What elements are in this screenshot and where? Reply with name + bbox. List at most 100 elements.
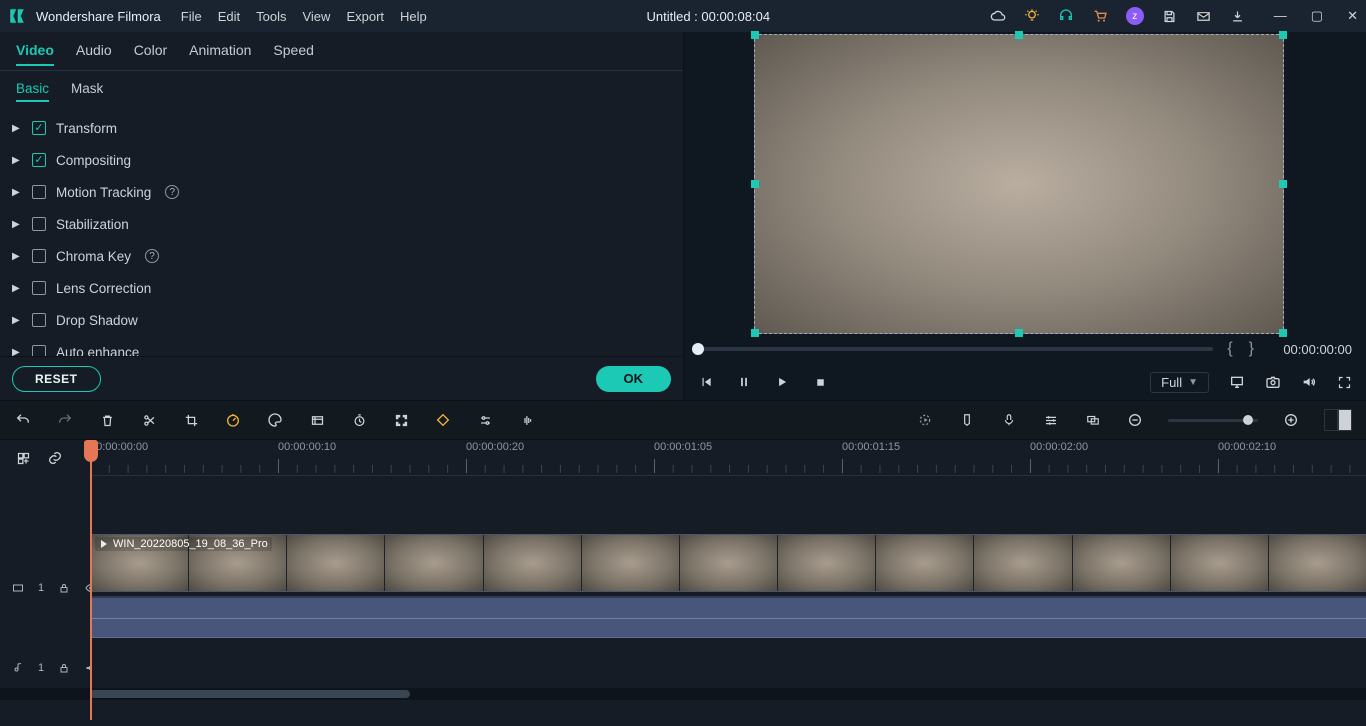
snapshot-icon[interactable] <box>1265 374 1281 390</box>
zoom-slider[interactable] <box>1168 419 1258 422</box>
window-close[interactable]: ✕ <box>1347 8 1358 24</box>
expand-arrow-icon[interactable]: ▶ <box>12 123 22 134</box>
property-checkbox[interactable] <box>32 345 46 356</box>
stop-button[interactable] <box>812 374 828 390</box>
menu-export[interactable]: Export <box>346 9 384 24</box>
resize-handle-br[interactable] <box>1279 329 1287 337</box>
expand-arrow-icon[interactable]: ▶ <box>12 187 22 198</box>
help-icon[interactable]: ? <box>145 249 159 263</box>
preview-scrub-track[interactable] <box>698 347 1213 351</box>
audio-edit-icon[interactable] <box>518 411 536 429</box>
zoom-in-icon[interactable] <box>1282 411 1300 429</box>
fullscreen-icon[interactable] <box>1337 375 1352 390</box>
property-checkbox[interactable] <box>32 217 46 231</box>
render-icon[interactable] <box>916 411 934 429</box>
save-icon[interactable] <box>1162 8 1178 24</box>
resize-handle-tr[interactable] <box>1279 31 1287 39</box>
property-checkbox[interactable] <box>32 281 46 295</box>
audio-track-lane[interactable] <box>90 648 1366 688</box>
prev-frame-button[interactable] <box>698 374 714 390</box>
menu-view[interactable]: View <box>302 9 330 24</box>
lock-icon[interactable] <box>58 662 70 674</box>
timeline-hscrollbar[interactable] <box>0 688 1366 700</box>
preview-quality-dropdown[interactable]: Full ▼ <box>1150 372 1209 393</box>
lock-icon[interactable] <box>58 582 70 594</box>
property-checkbox[interactable] <box>32 249 46 263</box>
video-track-lane[interactable]: WIN_20220805_19_08_36_Pro <box>90 534 1366 642</box>
property-checkbox[interactable] <box>32 185 46 199</box>
window-maximize[interactable]: ▢ <box>1311 8 1323 24</box>
resize-handle-l[interactable] <box>751 180 759 188</box>
tab-color[interactable]: Color <box>134 42 167 66</box>
resize-handle-b[interactable] <box>1015 329 1023 337</box>
tab-animation[interactable]: Animation <box>189 42 251 66</box>
tab-speed[interactable]: Speed <box>273 42 313 66</box>
record-icon[interactable] <box>1000 411 1018 429</box>
resize-handle-tl[interactable] <box>751 31 759 39</box>
display-icon[interactable] <box>1229 374 1245 390</box>
cart-icon[interactable] <box>1092 8 1108 24</box>
expand-arrow-icon[interactable]: ▶ <box>12 251 22 262</box>
adjust-icon[interactable] <box>476 411 494 429</box>
hscroll-thumb[interactable] <box>90 690 410 698</box>
property-checkbox[interactable] <box>32 153 46 167</box>
split-icon[interactable] <box>140 411 158 429</box>
property-list[interactable]: ▶Transform▶Compositing▶Motion Tracking?▶… <box>0 108 683 356</box>
resize-handle-r[interactable] <box>1279 180 1287 188</box>
menu-tools[interactable]: Tools <box>256 9 286 24</box>
mail-icon[interactable] <box>1196 8 1212 24</box>
keyframe-icon[interactable] <box>434 411 452 429</box>
color-icon[interactable] <box>266 411 284 429</box>
tab-audio[interactable]: Audio <box>76 42 112 66</box>
link-icon[interactable] <box>47 450 63 466</box>
play-button[interactable] <box>774 374 790 390</box>
mixer-icon[interactable] <box>1042 411 1060 429</box>
preview-canvas[interactable] <box>754 34 1284 334</box>
resize-handle-bl[interactable] <box>751 329 759 337</box>
preview-canvas-area[interactable] <box>684 32 1366 334</box>
subtab-basic[interactable]: Basic <box>16 81 49 102</box>
tab-video[interactable]: Video <box>16 42 54 66</box>
cloud-icon[interactable] <box>990 8 1006 24</box>
volume-icon[interactable] <box>1301 374 1317 390</box>
expand-arrow-icon[interactable]: ▶ <box>12 155 22 166</box>
preview-scrub-thumb[interactable] <box>692 343 704 355</box>
delete-icon[interactable] <box>98 411 116 429</box>
zoom-out-icon[interactable] <box>1126 411 1144 429</box>
zoom-slider-thumb[interactable] <box>1243 415 1253 425</box>
freeze-icon[interactable] <box>308 411 326 429</box>
download-icon[interactable] <box>1230 8 1246 24</box>
user-avatar[interactable]: z <box>1126 7 1144 25</box>
undo-icon[interactable] <box>14 411 32 429</box>
clip-audio-wave[interactable] <box>90 596 1366 638</box>
track-manage-icon[interactable] <box>16 451 31 466</box>
fit-icon[interactable] <box>392 411 410 429</box>
property-checkbox[interactable] <box>32 313 46 327</box>
crop-icon[interactable] <box>182 411 200 429</box>
resize-handle-t[interactable] <box>1015 31 1023 39</box>
menu-edit[interactable]: Edit <box>218 9 240 24</box>
help-icon[interactable]: ? <box>165 185 179 199</box>
view-toggle[interactable] <box>1324 409 1352 431</box>
mark-out-icon[interactable]: } <box>1247 340 1256 358</box>
menu-file[interactable]: File <box>181 9 202 24</box>
ok-button[interactable]: OK <box>596 366 672 392</box>
speed-icon[interactable] <box>224 411 242 429</box>
menu-help[interactable]: Help <box>400 9 427 24</box>
mark-in-icon[interactable]: { <box>1225 340 1234 358</box>
expand-arrow-icon[interactable]: ▶ <box>12 283 22 294</box>
play-pause-button[interactable] <box>736 374 752 390</box>
window-minimize[interactable]: — <box>1274 8 1287 24</box>
subtab-mask[interactable]: Mask <box>71 81 103 102</box>
idea-icon[interactable] <box>1024 8 1040 24</box>
duration-icon[interactable] <box>350 411 368 429</box>
timeline-ruler[interactable]: 00:00:00:0000:00:00:1000:00:00:2000:00:0… <box>90 440 1366 476</box>
support-icon[interactable] <box>1058 8 1074 24</box>
marker-icon[interactable] <box>958 411 976 429</box>
group-icon[interactable] <box>1084 411 1102 429</box>
reset-button[interactable]: RESET <box>12 366 101 392</box>
expand-arrow-icon[interactable]: ▶ <box>12 347 22 357</box>
expand-arrow-icon[interactable]: ▶ <box>12 315 22 326</box>
video-clip[interactable]: WIN_20220805_19_08_36_Pro <box>90 534 1366 592</box>
expand-arrow-icon[interactable]: ▶ <box>12 219 22 230</box>
